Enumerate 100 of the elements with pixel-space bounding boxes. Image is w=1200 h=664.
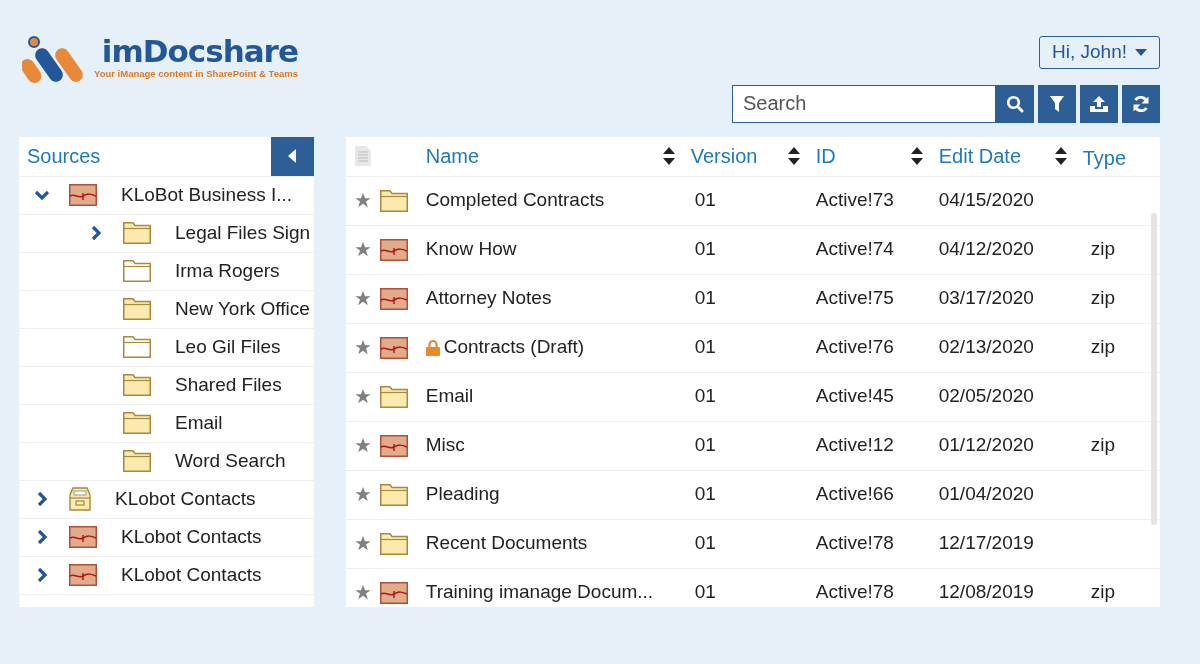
tree-item[interactable]: Email <box>175 408 223 438</box>
tree-item[interactable]: KLobot Contacts <box>121 522 262 552</box>
table-cell-text: Active!73 <box>815 188 895 213</box>
star-icon[interactable] <box>354 193 371 208</box>
briefcase-icon <box>69 526 97 548</box>
star-icon[interactable] <box>354 536 371 551</box>
briefcase-icon <box>379 336 408 359</box>
table-row[interactable]: Recent Documents 01 Active!78 12/17/2019 <box>345 519 1160 569</box>
table-cell-text: 02/13/2020 <box>938 335 1035 360</box>
table-cell-text: Active!76 <box>815 335 895 360</box>
scrollbar[interactable] <box>1151 212 1157 525</box>
table-cell-text: 01/04/2020 <box>938 482 1035 507</box>
tree-item[interactable]: Word Search <box>175 446 286 476</box>
star-icon[interactable] <box>354 340 371 355</box>
table-cell-text: Know How <box>425 237 517 262</box>
star-icon[interactable] <box>354 291 371 306</box>
star-icon[interactable] <box>354 242 371 257</box>
caret-left-icon <box>288 149 297 163</box>
table-cell-text: Active!78 <box>815 531 895 556</box>
folder-icon <box>123 374 151 396</box>
table-cell-text: 01 <box>693 580 717 605</box>
brand-tagline: Your iManage content in SharePoint & Teams <box>94 67 298 81</box>
brand-name: imDocshare <box>101 36 298 67</box>
table-row[interactable]: Training imanage Docum... 01 Active!78 12/08/2019 zip <box>345 568 1160 618</box>
column-header[interactable]: Version <box>690 141 758 171</box>
table-cell-text: 01 <box>693 237 717 262</box>
sources-title: Sources <box>26 144 101 169</box>
briefcase-icon <box>379 434 408 457</box>
tree-item[interactable]: KLobot Contacts <box>121 560 262 590</box>
table-cell-text: Active!12 <box>815 433 895 458</box>
table-cell-text: Active!66 <box>815 482 895 507</box>
table-cell-text: 04/15/2020 <box>938 188 1035 213</box>
document-icon <box>354 146 371 166</box>
folder-icon <box>123 450 151 472</box>
search-button[interactable] <box>996 84 1034 123</box>
table-cell-text: Contracts (Draft) <box>443 335 585 360</box>
column-header[interactable]: ID <box>815 141 836 171</box>
star-icon[interactable] <box>354 389 371 404</box>
star-icon[interactable] <box>354 487 371 502</box>
table-cell-text: 01/12/2020 <box>938 433 1035 458</box>
folder-icon <box>379 189 408 212</box>
table-cell-text: Active!78 <box>815 580 895 605</box>
sort-icon[interactable] <box>910 147 923 165</box>
search-icon <box>1006 94 1024 113</box>
tree-item[interactable]: Legal Files Sign <box>175 218 311 248</box>
chevron-down-icon[interactable] <box>34 189 50 201</box>
table-row[interactable]: Completed Contracts 01 Active!73 04/15/2020 <box>345 176 1160 226</box>
folder-icon <box>379 532 408 555</box>
table-cell-text: Pleading <box>425 482 500 507</box>
table-cell-text: Recent Documents <box>425 531 588 556</box>
sort-icon[interactable] <box>1054 147 1067 165</box>
upload-button[interactable] <box>1080 84 1118 123</box>
folder-icon <box>123 298 151 320</box>
table-cell-text: 12/08/2019 <box>938 580 1035 605</box>
tree-item[interactable]: Leo Gil Files <box>175 332 281 362</box>
column-header[interactable]: Type <box>1082 143 1127 173</box>
refresh-icon <box>1132 94 1150 113</box>
table-cell-text: 03/17/2020 <box>938 286 1035 311</box>
briefcase-icon <box>379 287 408 310</box>
table-cell-text: Training imanage Docum... <box>425 580 654 605</box>
table-cell-text: Active!74 <box>815 237 895 262</box>
chevron-right-icon[interactable] <box>37 491 47 507</box>
briefcase-icon <box>69 564 97 586</box>
refresh-button[interactable] <box>1122 84 1160 123</box>
search-field[interactable]: Search <box>732 84 996 123</box>
briefcase-icon <box>379 238 408 261</box>
table-cell-text: zip <box>1089 580 1117 605</box>
filter-button[interactable] <box>1038 84 1076 123</box>
column-header[interactable]: Edit Date <box>938 141 1021 171</box>
table-cell-text: Active!45 <box>815 384 895 409</box>
column-header[interactable]: Name <box>425 141 480 171</box>
table-cell-text: Active!75 <box>815 286 895 311</box>
folder-icon <box>379 385 408 408</box>
table-cell-text: 01 <box>693 384 717 409</box>
tree-item[interactable]: Irma Rogers <box>175 256 280 286</box>
sort-icon[interactable] <box>787 147 800 165</box>
star-icon[interactable] <box>354 438 371 453</box>
table-cell-text: 04/12/2020 <box>938 237 1035 262</box>
collapse-button[interactable] <box>270 136 314 176</box>
chevron-right-icon[interactable] <box>91 225 101 241</box>
table-cell-text: 01 <box>693 433 717 458</box>
briefcase-icon <box>379 581 408 604</box>
tree-item[interactable]: KLobot Contacts <box>115 484 256 514</box>
upload-icon <box>1090 95 1108 112</box>
chevron-right-icon[interactable] <box>37 529 47 545</box>
table-cell-text: 02/05/2020 <box>938 384 1035 409</box>
chevron-right-icon[interactable] <box>37 567 47 583</box>
folder-icon <box>123 260 151 282</box>
sort-icon[interactable] <box>662 147 675 165</box>
filter-icon <box>1050 95 1064 112</box>
table-cell-text: zip <box>1089 286 1117 311</box>
folder-icon <box>123 336 151 358</box>
tree-item[interactable]: New York Office <box>175 294 310 324</box>
user-menu-button[interactable]: Hi, John! <box>1039 36 1160 69</box>
folder-icon <box>123 222 151 244</box>
table-cell-text: 01 <box>693 335 717 360</box>
tree-item[interactable]: KLoBot Business I... <box>121 180 293 210</box>
table-cell-text: Completed Contracts <box>425 188 605 213</box>
tree-item[interactable]: Shared Files <box>175 370 282 400</box>
star-icon[interactable] <box>354 585 371 600</box>
